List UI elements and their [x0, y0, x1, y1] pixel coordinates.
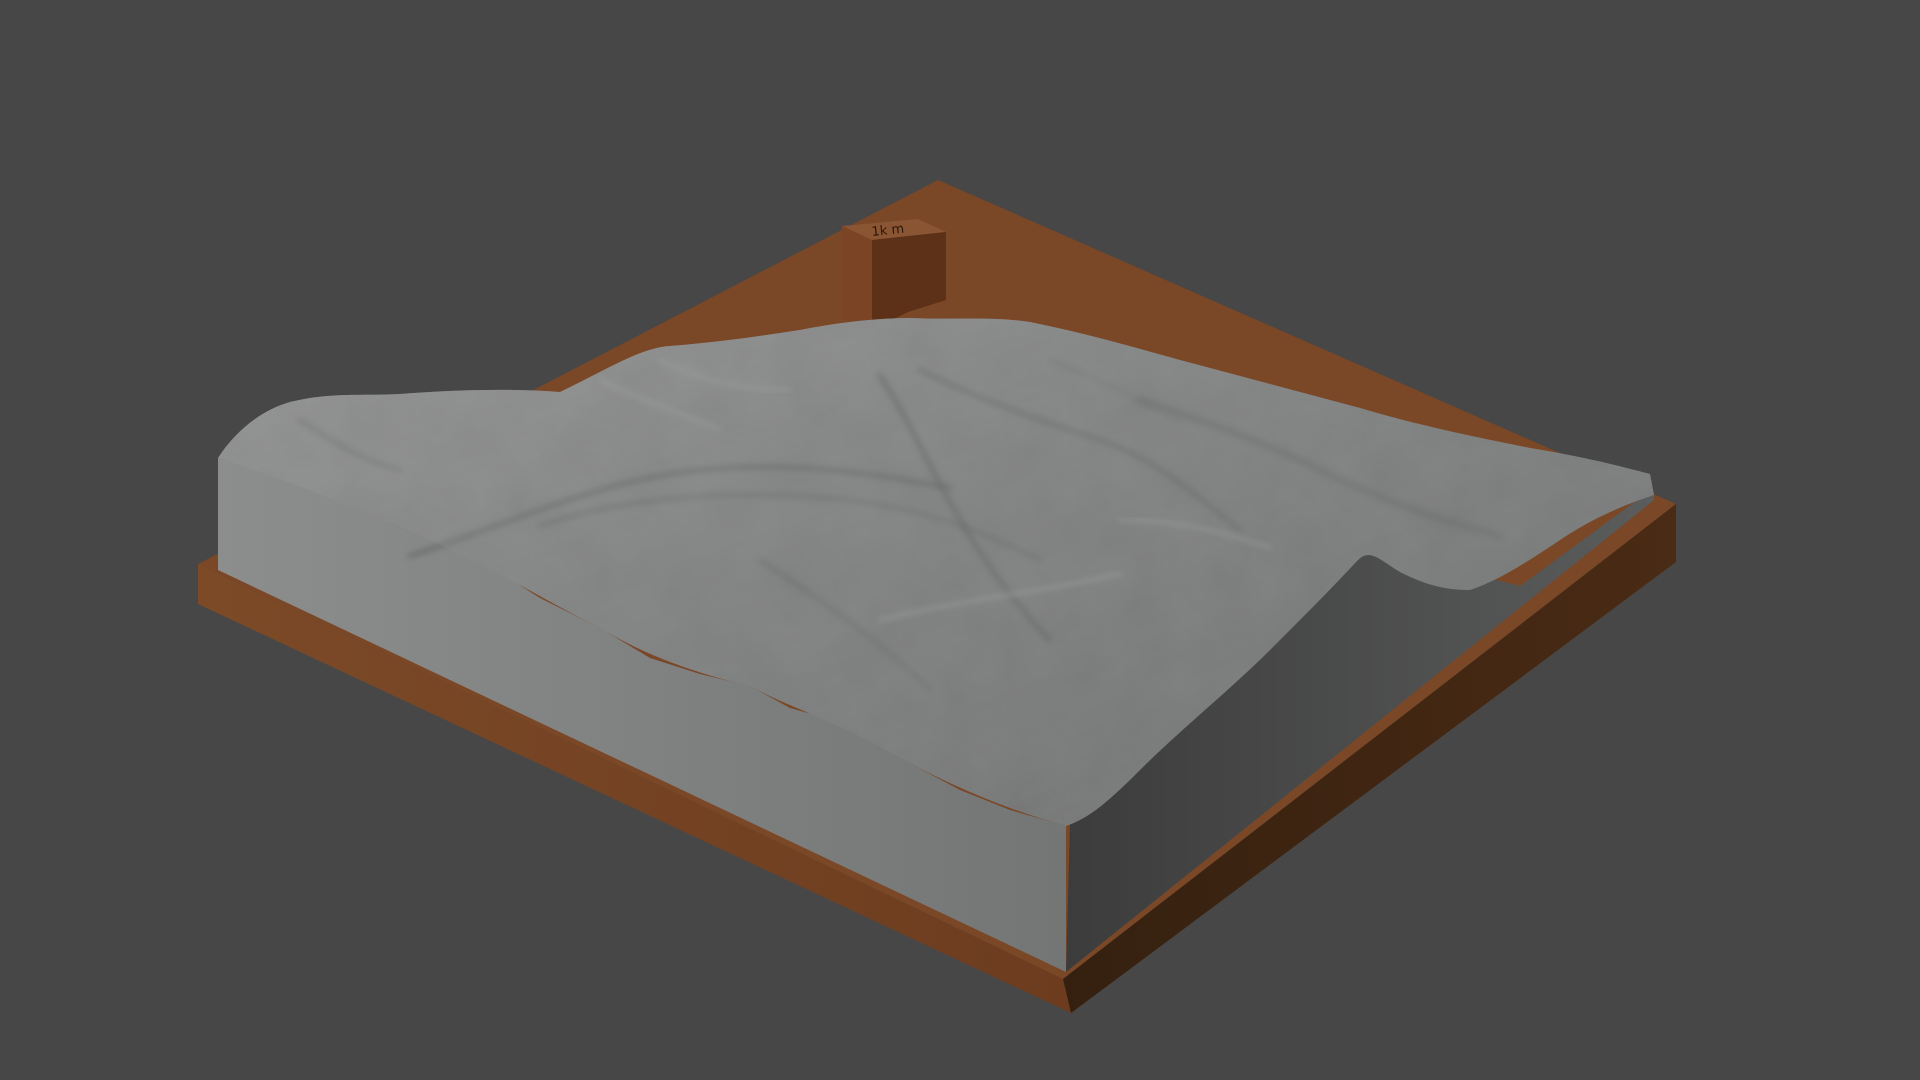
- terrain-scene: 1k m: [198, 180, 1676, 1013]
- label-block-front: [842, 226, 872, 330]
- 3d-viewport[interactable]: 1k m: [0, 0, 1920, 1080]
